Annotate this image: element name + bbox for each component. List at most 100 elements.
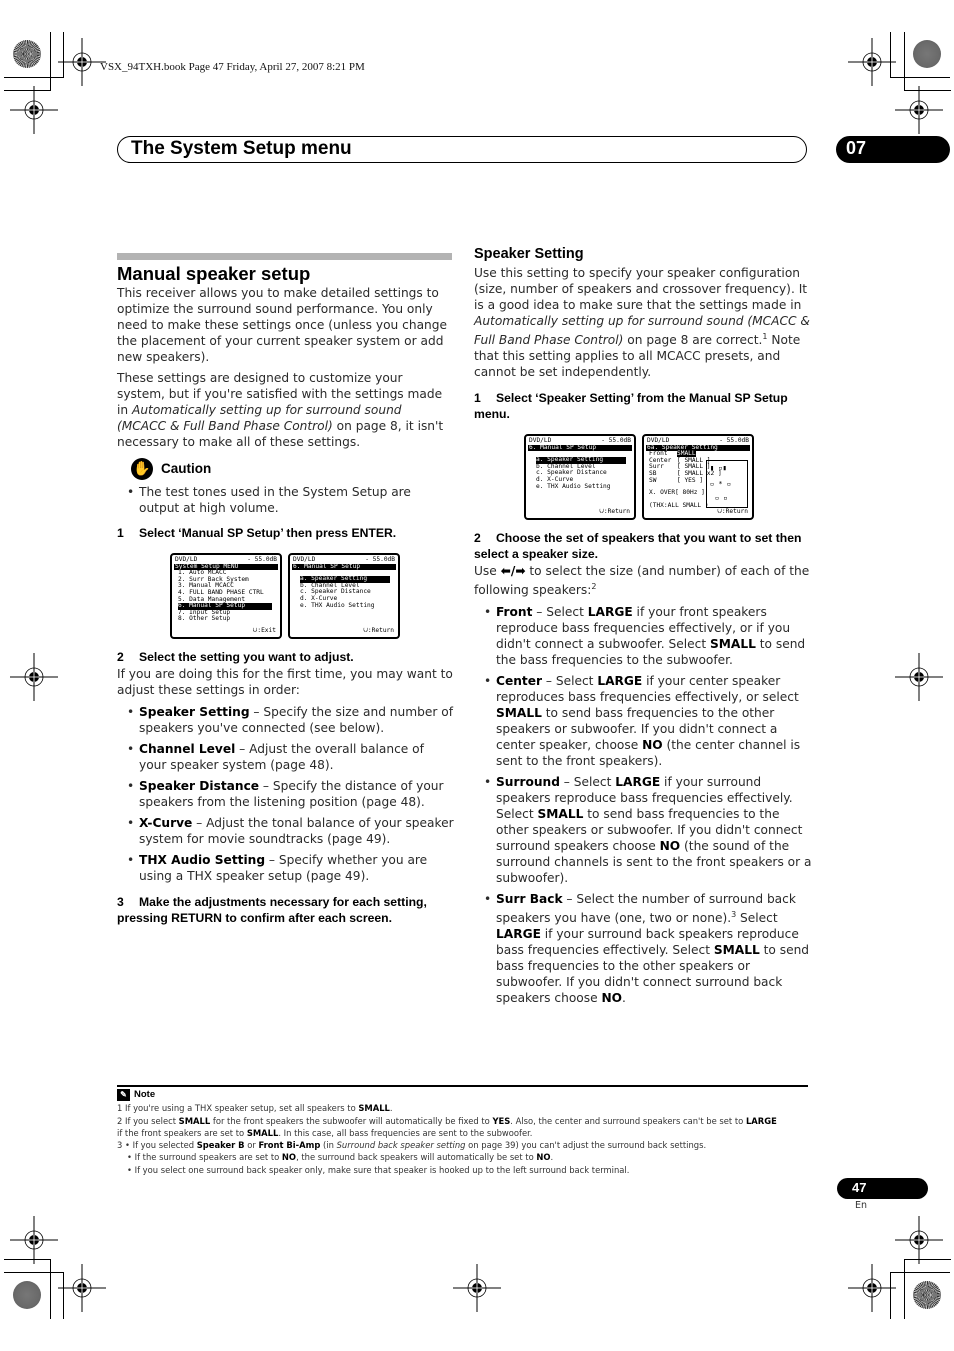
registration-crosshair-icon (453, 1264, 501, 1312)
speaker-type-item: • Surround – Select LARGE if your surroun… (474, 774, 812, 886)
option-value: LARGE (587, 605, 633, 620)
intro-paragraph-2: These settings are designed to customize… (117, 371, 444, 449)
setting-name: Channel Level (139, 742, 236, 756)
osd-system-setup-menu: DVD/LD - 55.0dB System Setup MENU 1. Auto… (170, 553, 282, 639)
registration-crosshair-icon (895, 1216, 943, 1264)
step-1: 1 Select ‘Manual SP Setup’ then press ENT… (117, 526, 397, 540)
osd-menu-list: a. Speaker Setting b. Channel Level c. Spe… (290, 576, 398, 609)
step-2: 2 Choose the set of speakers that you wan… (474, 531, 802, 562)
footnote-2: 2 If you select SMALL for the front spea… (117, 1115, 817, 1127)
footnote-3c: • If you select one surround back speake… (127, 1164, 630, 1175)
note-text: if the front speakers are set to (117, 1127, 247, 1138)
note-emphasis: YES (492, 1115, 511, 1126)
footnotes: ✎ Note 1 If you're using a THX speaker se… (117, 1089, 817, 1176)
footnote-ref[interactable]: 2 (591, 582, 596, 591)
registration-crosshair-icon (58, 1264, 106, 1312)
speaker-type-name: Surr Back (496, 892, 563, 907)
speaker-layout-diagram: ▮ ▫▮ ▫ * ▫ ▫ ▫ (706, 460, 748, 509)
note-text: for the front speakers the subwoofer wil… (210, 1115, 493, 1126)
crop-mark (4, 77, 64, 78)
registration-disc-bottom-left (13, 1281, 41, 1309)
option-value: LARGE (496, 927, 541, 942)
registration-crosshair-icon (10, 653, 58, 701)
speaker-description: – Select (559, 775, 616, 790)
osd-menu-item: 8. Other Setup (178, 615, 231, 623)
note-emphasis: SMALL (358, 1103, 390, 1114)
osd-row-value: [ YES ] (677, 476, 704, 484)
note-emphasis: NO (536, 1152, 551, 1163)
step-2-text: If you are doing this for the first time… (117, 667, 453, 697)
settings-list-item: • Channel Level – Adjust the overall bala… (117, 741, 454, 773)
note-text: . (389, 1103, 393, 1114)
page-number: 47 (837, 1178, 928, 1199)
speaker-type-name: Center (496, 674, 542, 689)
option-value: LARGE (597, 674, 643, 689)
setting-name: Speaker Setting (139, 705, 250, 719)
speaker-description: – Select (542, 674, 598, 689)
speaker-type-name: Front (496, 605, 533, 620)
option-value: NO (642, 738, 663, 753)
note-text: (in (320, 1140, 337, 1151)
caution-label: Caution (161, 461, 212, 476)
note-text: . (550, 1152, 554, 1163)
pencil-note-icon: ✎ (117, 1089, 130, 1102)
crop-mark (890, 1272, 950, 1273)
crop-mark (50, 32, 51, 91)
left-column: Manual speaker setup This receiver allow… (117, 263, 454, 927)
note-text: . Also, the center and surround speakers… (510, 1115, 746, 1126)
osd-menu-list: 1. Auto MCACC 2. Surr Back System 3. Manua… (172, 570, 280, 623)
crop-mark (904, 1259, 905, 1319)
chapter-number-tab: 07 (836, 136, 950, 163)
bullet: • (127, 853, 135, 867)
registration-disc-top-left (13, 40, 41, 68)
setting-name: THX Audio Setting (139, 853, 266, 867)
option-value: SMALL (709, 637, 756, 652)
osd-menu-item: e. THX Audio Setting (300, 601, 375, 609)
section-rule (117, 253, 452, 260)
osd-row-label: SW (649, 476, 657, 484)
osd-screens-right: DVD/LD - 55.0dB 6. Manual SP Setup a. Spe… (524, 434, 812, 521)
footnote-3a: 3 • If you selected Speaker B or Front B… (117, 1139, 817, 1151)
speaker-type-name: Surround (496, 775, 560, 790)
osd-title: 6. Manual SP Setup (528, 444, 632, 452)
note-emphasis: LARGE (745, 1115, 777, 1126)
bullet: • (127, 816, 135, 830)
registration-crosshair-icon (848, 1264, 896, 1312)
osd-manual-sp-setup: DVD/LD - 55.0dB 6. Manual SP Setup a. Spe… (288, 553, 400, 639)
settings-list: • Speaker Setting – Specify the size and … (117, 704, 454, 884)
caution-hand-icon: ✋ (131, 458, 153, 480)
bullet: • (127, 742, 135, 756)
bullet: • (484, 674, 492, 689)
settings-list-item: • Speaker Distance – Specify the distance… (117, 778, 454, 810)
note-text: 3 • If you selected (117, 1140, 197, 1151)
note-emphasis: Speaker B (196, 1140, 245, 1151)
step-1: 1 Select ‘Speaker Setting’ from the Manua… (474, 391, 788, 422)
registration-crosshair-icon (848, 38, 896, 86)
caution-header: ✋ Caution (131, 458, 454, 480)
right-column: Speaker Setting Use this setting to spec… (474, 245, 812, 1011)
osd-manual-sp-setup: DVD/LD - 55.0dB 6. Manual SP Setup a. Spe… (524, 434, 636, 521)
speaker-type-item: • Surr Back – Select the number of surrou… (474, 891, 812, 1006)
settings-list-item: • X-Curve – Adjust the tonal balance of y… (117, 815, 454, 847)
setting-name: Speaker Distance (139, 779, 260, 793)
note-emphasis: SMALL (178, 1115, 211, 1126)
osd-screens-step1: DVD/LD - 55.0dB System Setup MENU 1. Auto… (170, 553, 454, 639)
osd-menu-list: a. Speaker Setting b. Channel Level c. Spe… (526, 457, 634, 490)
note-text: or (244, 1140, 259, 1151)
crop-mark (890, 77, 950, 78)
note-text: • If the surround speakers are set to (127, 1152, 282, 1163)
language-code: En (855, 1200, 868, 1211)
note-text: 1 If you're using a THX speaker setup, s… (117, 1103, 359, 1114)
setting-name: X-Curve (139, 816, 193, 830)
crop-mark (904, 32, 905, 91)
caution-item: • The test tones used in the System Setup… (127, 485, 411, 515)
speaker-description: – Select (532, 605, 588, 620)
footnote-1: 1 If you're using a THX speaker setup, s… (117, 1102, 817, 1114)
settings-list-item: • THX Audio Setting – Specify whether you… (117, 852, 454, 884)
registration-crosshair-icon (895, 86, 943, 134)
note-header: ✎ Note (117, 1089, 817, 1102)
note-text: on page 39) you can't adjust the surroun… (465, 1140, 707, 1151)
step-2: 2 Select the setting you want to adjust. (117, 650, 354, 664)
osd-title: 6. Manual SP Setup (292, 563, 396, 571)
note-emphasis: SMALL (246, 1127, 279, 1138)
